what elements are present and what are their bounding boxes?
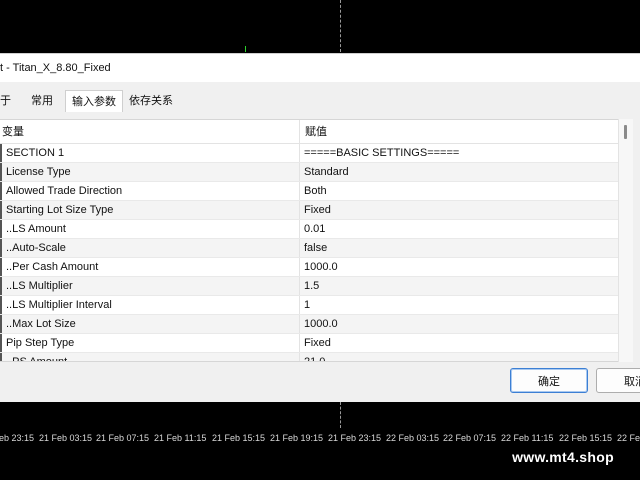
window-title: t - Titan_X_8.80_Fixed [0,62,111,74]
tab-common[interactable]: 常用 [25,90,59,112]
tab-inputs[interactable]: 输入参数 [65,90,123,112]
table-row[interactable]: ..LS Multiplier 1.5 [0,277,633,296]
ok-button[interactable]: 确定 [510,368,588,393]
column-header-variable[interactable]: 变量 [0,120,300,143]
table-row[interactable]: ..LS Multiplier Interval 1 [0,296,633,315]
table-row[interactable]: ..LS Amount 0.01 [0,220,633,239]
grid-header: 变量 赋值 [0,120,633,144]
table-row[interactable]: Allowed Trade Direction Both [0,182,633,201]
param-value[interactable]: 1000.0 [300,258,633,276]
param-value[interactable]: Both [300,182,633,200]
param-name: ..Max Lot Size [0,315,300,333]
tab-about[interactable]: 于 [0,90,15,112]
time-tick: 20 Feb 23:15 [0,433,35,443]
param-name: ..LS Multiplier [0,277,300,295]
time-tick: 21 Feb 03:15 [39,433,93,443]
param-name: Pip Step Type [0,334,300,352]
time-tick: 22 Feb 07:15 [443,433,497,443]
time-tick: 22 Feb 19:15 [617,433,640,443]
param-value[interactable]: 21.0 [300,353,633,361]
param-value[interactable]: 1 [300,296,633,314]
table-row[interactable]: ..Per Cash Amount 1000.0 [0,258,633,277]
time-tick: 22 Feb 11:15 [501,433,554,443]
param-value[interactable]: Fixed [300,334,633,352]
param-value[interactable]: 1000.0 [300,315,633,333]
param-name: ..Auto-Scale [0,239,300,257]
param-name: Allowed Trade Direction [0,182,300,200]
time-tick: 21 Feb 19:15 [270,433,324,443]
param-name: ..LS Amount [0,220,300,238]
param-value[interactable]: =====BASIC SETTINGS===== [300,144,633,162]
crosshair-line-top [340,0,341,52]
table-row[interactable]: SECTION 1 =====BASIC SETTINGS===== [0,144,633,163]
time-tick: 21 Feb 07:15 [96,433,150,443]
crosshair-line-bottom [340,402,341,428]
scrollbar-thumb[interactable] [624,125,627,139]
param-name: ..LS Multiplier Interval [0,296,300,314]
cancel-button[interactable]: 取消 [596,368,640,393]
param-value[interactable]: Standard [300,163,633,181]
table-row[interactable]: ..Max Lot Size 1000.0 [0,315,633,334]
time-tick: 22 Feb 15:15 [559,433,613,443]
param-value[interactable]: false [300,239,633,257]
param-name: Starting Lot Size Type [0,201,300,219]
param-value[interactable]: 0.01 [300,220,633,238]
ea-properties-dialog: t - Titan_X_8.80_Fixed 于 常用 输入参数 依存关系 变量… [0,53,640,402]
tab-strip: 于 常用 输入参数 依存关系 [0,90,179,112]
title-bar[interactable]: t - Titan_X_8.80_Fixed [0,54,640,82]
price-mark [245,46,246,52]
param-name: SECTION 1 [0,144,300,162]
param-name: ..PS Amount [0,353,300,361]
table-row[interactable]: Pip Step Type Fixed [0,334,633,353]
time-tick: 21 Feb 11:15 [154,433,207,443]
param-name: ..Per Cash Amount [0,258,300,276]
vertical-scrollbar[interactable] [618,119,633,362]
param-name: License Type [0,163,300,181]
table-row[interactable]: ..PS Amount 21.0 [0,353,633,361]
table-row[interactable]: License Type Standard [0,163,633,182]
watermark: www.mt4.shop [496,444,630,470]
tab-dependencies[interactable]: 依存关系 [123,90,179,112]
table-row[interactable]: Starting Lot Size Type Fixed [0,201,633,220]
param-value[interactable]: 1.5 [300,277,633,295]
time-tick: 21 Feb 15:15 [212,433,266,443]
time-tick: 21 Feb 23:15 [328,433,382,443]
inputs-grid: 变量 赋值 SECTION 1 =====BASIC SETTINGS=====… [0,119,633,362]
table-row[interactable]: ..Auto-Scale false [0,239,633,258]
time-tick: 22 Feb 03:15 [386,433,440,443]
param-value[interactable]: Fixed [300,201,633,219]
column-header-value[interactable]: 赋值 [300,120,633,143]
